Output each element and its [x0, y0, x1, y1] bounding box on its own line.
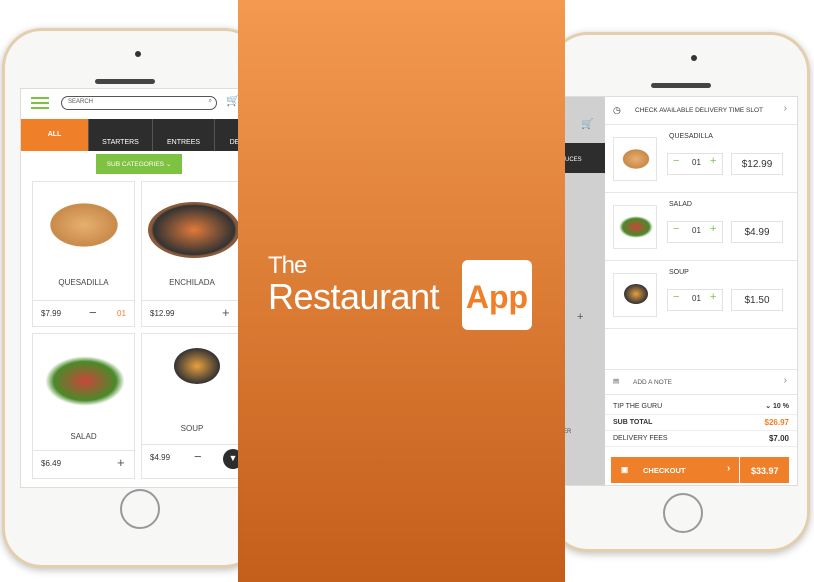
checkout-button[interactable]: ▣ CHECKOUT › $33.97	[611, 457, 789, 483]
menu-screen: SEARCH ⌕ 🛒 ALL STARTERS ENTREES DE SUB CA…	[20, 88, 242, 488]
quesadilla-image	[45, 200, 123, 250]
minus-button[interactable]: −	[89, 305, 97, 320]
cart-item: QUESADILLA −01 + $12.99	[605, 125, 797, 193]
minus-button[interactable]: −	[673, 155, 679, 167]
minus-button[interactable]: −	[673, 291, 679, 303]
menu-item-enchilada[interactable]: ENCHILADA $12.99 +	[141, 181, 241, 327]
enchilada-image	[148, 202, 240, 258]
tab-entrees[interactable]: ENTREES	[153, 119, 215, 151]
salad-image	[45, 356, 125, 406]
menu-item-quesadilla[interactable]: QUESADILLA $7.99−01	[32, 181, 135, 327]
cart-icon: 🛒	[581, 119, 594, 130]
home-button[interactable]	[120, 489, 160, 529]
soup-image	[174, 348, 220, 384]
menu-item-salad[interactable]: SALAD $6.49 +	[32, 333, 135, 479]
tab-starters[interactable]: STARTERS	[89, 119, 153, 151]
cart-item: SOUP −01 + $1.50	[605, 261, 797, 329]
hamburger-icon[interactable]	[31, 97, 49, 109]
delivery-slot-button[interactable]: ◷ CHECK AVAILABLE DELIVERY TIME SLOT ›	[605, 97, 797, 125]
note-icon: ▤	[613, 378, 620, 385]
cart-screen: UCES + ER 🛒 ◷ CHECK AVAILABLE DELIVERY TI…	[560, 96, 798, 486]
quesadilla-thumb	[613, 137, 657, 181]
brand-panel: The Restaurant App	[238, 0, 565, 582]
subcategories-button[interactable]: SUB CATEGORIES ⌄	[96, 154, 182, 174]
search-input[interactable]: SEARCH ⌕	[61, 96, 217, 110]
logo: The Restaurant	[268, 252, 440, 317]
clock-icon: ◷	[613, 105, 621, 115]
home-button[interactable]	[663, 493, 703, 533]
app-badge: App	[462, 260, 532, 330]
minus-button[interactable]: −	[673, 223, 679, 235]
minus-button[interactable]: −	[194, 449, 202, 464]
tab-all[interactable]: ALL	[21, 119, 89, 151]
plus-button[interactable]: +	[710, 223, 716, 235]
chevron-right-icon: ›	[783, 103, 787, 114]
add-note-button[interactable]: ▤ ADD A NOTE ›	[605, 369, 797, 395]
plus-button[interactable]: +	[117, 455, 125, 470]
tip-select[interactable]: ⌄ 10 %	[765, 402, 789, 410]
chevron-right-icon: ›	[783, 375, 787, 386]
bag-icon: ▣	[621, 465, 629, 474]
search-icon: ⌕	[208, 98, 212, 104]
plus-button[interactable]: +	[222, 305, 230, 320]
plus-button[interactable]: +	[710, 155, 716, 167]
cart-item: SALAD −01 + $4.99	[605, 193, 797, 261]
soup-thumb	[613, 273, 657, 317]
plus-button[interactable]: +	[710, 291, 716, 303]
salad-thumb	[613, 205, 657, 249]
